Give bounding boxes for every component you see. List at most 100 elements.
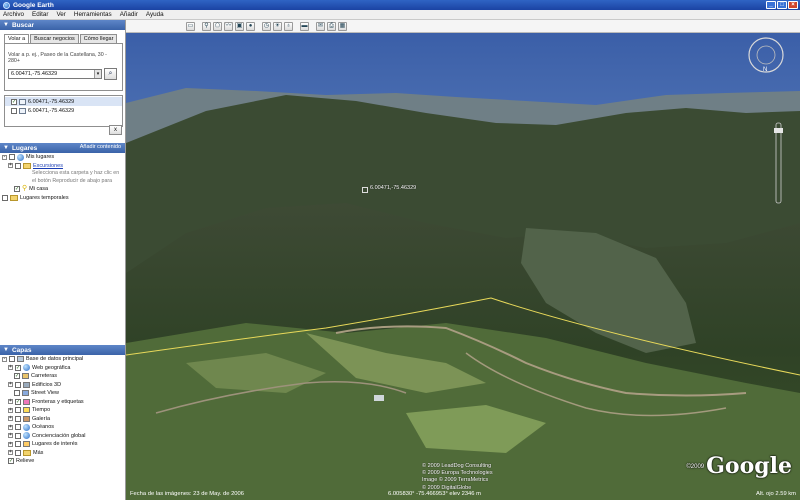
expand-toggle[interactable]: +	[8, 441, 13, 447]
search-panel-header[interactable]: ▼ Buscar	[0, 20, 125, 30]
collapse-icon[interactable]: ▼	[3, 145, 9, 151]
checkbox[interactable]	[9, 154, 15, 161]
checkbox[interactable]	[15, 381, 21, 388]
layer-3d-buildings[interactable]: + Edificios 3D	[0, 381, 125, 390]
expand-toggle[interactable]: +	[8, 399, 13, 405]
places-panel-header[interactable]: ▼ Lugares Añadir contenido	[0, 143, 125, 153]
historical-imagery-icon[interactable]: ◷	[262, 21, 271, 31]
checkbox[interactable]	[11, 107, 17, 114]
checkbox[interactable]: ✓	[14, 186, 20, 193]
layer-label: Web geográfica	[32, 364, 71, 371]
expand-toggle[interactable]: +	[8, 407, 13, 413]
sun-icon[interactable]: ☀	[273, 21, 282, 31]
list-item[interactable]: ✓ 6.00471,-75.46329	[5, 97, 122, 106]
expand-toggle[interactable]: +	[8, 365, 13, 371]
checkbox[interactable]	[15, 441, 21, 448]
tours-label[interactable]: Excursiones	[33, 163, 63, 169]
ruler-icon[interactable]: ▬	[300, 21, 309, 31]
layer-label: Más	[33, 449, 44, 456]
tree-node-tours[interactable]: + Excursiones	[0, 162, 125, 171]
search-input[interactable]: 6.00471,-75.46329 ▾	[8, 69, 102, 79]
record-tour-icon[interactable]: ●	[246, 21, 255, 31]
checkbox[interactable]	[15, 162, 21, 169]
checkbox[interactable]	[15, 415, 21, 422]
menu-ayuda[interactable]: Ayuda	[146, 11, 164, 18]
layer-primary-database[interactable]: - Base de datos principal	[0, 355, 125, 364]
planets-icon[interactable]: ♁	[284, 21, 293, 31]
terrain-view[interactable]: N	[126, 33, 800, 500]
layer-label: Edificios 3D	[32, 381, 62, 388]
layer-roads[interactable]: ✓ Carreteras	[0, 372, 125, 381]
tree-node-my-home[interactable]: ✓ ⚲ Mi casa	[0, 185, 125, 194]
placemark-label[interactable]: 6.00471,-75.46329	[370, 185, 416, 191]
layer-oceans[interactable]: + Océanos	[0, 423, 125, 432]
checkbox[interactable]	[15, 449, 21, 456]
menu-anadir[interactable]: Añadir	[120, 11, 138, 18]
layer-street-view[interactable]: Street View	[0, 389, 125, 398]
expand-toggle[interactable]: +	[8, 382, 13, 388]
menu-ver[interactable]: Ver	[56, 11, 65, 18]
checkbox[interactable]	[9, 356, 15, 363]
layer-label: Tiempo	[32, 407, 51, 414]
layer-global-awareness[interactable]: + Concienciación global	[0, 432, 125, 441]
view-in-maps-icon[interactable]: ▦	[338, 21, 347, 31]
tree-node-my-places[interactable]: - Mis lugares	[0, 153, 125, 162]
polygon-icon[interactable]: ⬠	[213, 21, 222, 31]
checkbox[interactable]	[15, 424, 21, 431]
layer-label: Carreteras	[31, 373, 57, 380]
collapse-toggle[interactable]: -	[2, 154, 7, 160]
image-overlay-icon[interactable]: ▣	[235, 21, 244, 31]
expand-toggle[interactable]: +	[8, 424, 13, 430]
chevron-down-icon[interactable]: ▾	[94, 70, 101, 78]
add-content-link[interactable]: Añadir contenido	[80, 144, 121, 150]
minimize-button[interactable]: _	[766, 1, 776, 9]
layer-weather[interactable]: + Tiempo	[0, 406, 125, 415]
collapse-icon[interactable]: ▼	[3, 22, 9, 28]
tab-directions[interactable]: Cómo llegar	[79, 34, 118, 43]
3d-viewer[interactable]: N 6.00471,-75.46329 © 2009 LeadDog Consu…	[126, 33, 800, 500]
menu-archivo[interactable]: Archivo	[3, 11, 24, 18]
layer-borders-labels[interactable]: + ✓ Fronteras y etiquetas	[0, 398, 125, 407]
expand-toggle[interactable]: +	[8, 450, 13, 456]
checkbox[interactable]	[15, 432, 21, 439]
checkbox[interactable]: ✓	[14, 373, 20, 380]
layer-more[interactable]: + Más	[0, 449, 125, 458]
collapse-icon[interactable]: ▼	[3, 347, 9, 353]
close-button[interactable]: ×	[788, 1, 798, 9]
placemark-icon[interactable]	[362, 187, 368, 193]
path-icon[interactable]: 〰	[224, 21, 233, 31]
email-icon[interactable]: ✉	[316, 21, 325, 31]
search-button[interactable]: ⌕	[104, 68, 117, 80]
folder-icon	[23, 162, 31, 169]
checkbox[interactable]: ✓	[15, 398, 21, 405]
expand-toggle[interactable]: +	[8, 433, 13, 439]
checkbox[interactable]: ✓	[15, 364, 21, 371]
checkbox[interactable]: ✓	[8, 458, 14, 465]
checkbox[interactable]	[2, 194, 8, 201]
menu-editar[interactable]: Editar	[32, 11, 48, 18]
hide-sidebar-icon[interactable]: ▭	[186, 21, 195, 31]
layer-geographic-web[interactable]: + ✓ Web geográfica	[0, 364, 125, 373]
result-label: 6.00471,-75.46329	[28, 98, 75, 105]
print-icon[interactable]: ⎙	[327, 21, 336, 31]
tab-fly-to[interactable]: Volar a	[4, 34, 30, 43]
maximize-button[interactable]: □	[777, 1, 787, 9]
expand-toggle[interactable]: +	[8, 163, 13, 169]
layer-gallery[interactable]: + Galería	[0, 415, 125, 424]
list-item[interactable]: 6.00471,-75.46329	[5, 106, 122, 115]
clear-search-button[interactable]: x	[109, 125, 122, 135]
placemark-icon[interactable]: ⚲	[202, 21, 211, 31]
layer-places-of-interest[interactable]: + Lugares de interés	[0, 440, 125, 449]
checkbox[interactable]	[15, 407, 21, 414]
checkbox[interactable]	[14, 390, 20, 397]
menu-herramientas[interactable]: Herramientas	[74, 11, 112, 18]
tab-find-businesses[interactable]: Buscar negocios	[30, 34, 79, 43]
collapse-toggle[interactable]: -	[2, 356, 7, 362]
checkbox[interactable]: ✓	[11, 98, 17, 105]
tree-node-temporary-places[interactable]: Lugares temporales	[0, 194, 125, 203]
roads-icon	[22, 373, 29, 380]
layer-terrain[interactable]: ✓ Relieve	[0, 457, 125, 466]
expand-toggle[interactable]: +	[8, 416, 13, 422]
layers-panel-header[interactable]: ▼ Capas	[0, 345, 125, 355]
logo-text: Google	[706, 453, 792, 479]
